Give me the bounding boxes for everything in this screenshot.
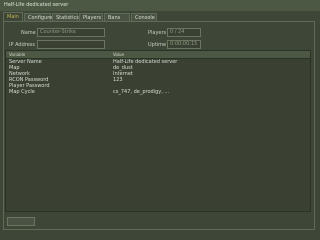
table-row[interactable]: Map de_dust	[6, 66, 310, 71]
table-row[interactable]: RCON Password 123	[6, 78, 310, 83]
column-header-value[interactable]: Value	[113, 51, 124, 58]
table-row[interactable]: Network Internet	[6, 72, 310, 77]
uptime-field: 0:00:00:15	[167, 40, 201, 49]
players-field: 0 / 24	[167, 28, 201, 37]
players-label: Players	[148, 30, 167, 36]
value-cell: 123	[113, 77, 123, 83]
window-title: Half-Life dedicated server	[4, 2, 69, 8]
name-label: Name	[21, 30, 36, 36]
footer-button[interactable]	[7, 217, 35, 226]
title-bar: Half-Life dedicated server	[0, 0, 320, 11]
variable-cell: Map Cycle	[9, 89, 35, 95]
list-header: Variable Value	[6, 51, 310, 59]
table-row[interactable]: Map Cycle cs_747, de_prodigy, ...	[6, 90, 310, 95]
name-field[interactable]: Counter-Strike	[37, 28, 105, 37]
server-variables-list[interactable]: Variable Value Server Name Half-Life ded…	[5, 50, 311, 212]
ip-address-label: IP Address	[9, 42, 35, 48]
table-row[interactable]: Server Name Half-Life dedicated server	[6, 60, 310, 65]
value-cell: cs_747, de_prodigy, ...	[113, 89, 170, 95]
uptime-label: Uptime	[148, 42, 167, 48]
column-header-variable[interactable]: Variable	[9, 51, 25, 58]
ip-address-field[interactable]	[37, 40, 105, 49]
